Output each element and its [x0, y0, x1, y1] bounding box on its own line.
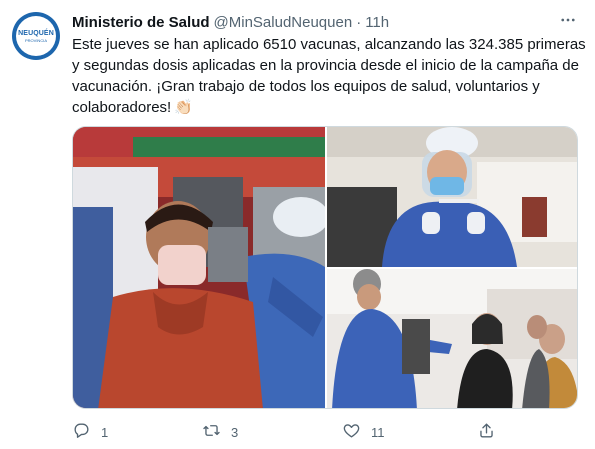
- media-grid[interactable]: [72, 126, 578, 409]
- user-handle[interactable]: @MinSaludNeuquen: [214, 14, 353, 31]
- avatar[interactable]: NEUQUÉN PROVINCIA: [12, 12, 60, 60]
- tweet[interactable]: NEUQUÉN PROVINCIA Ministerio de Salud @M…: [0, 0, 595, 449]
- reply-count: 1: [101, 424, 109, 440]
- tweet-text: Este jueves se han aplicado 6510 vacunas…: [72, 34, 587, 118]
- reply-button[interactable]: 1: [72, 420, 108, 444]
- logo-text: NEUQUÉN: [18, 29, 54, 37]
- separator-dot: ·: [356, 13, 362, 31]
- share-button[interactable]: [477, 420, 496, 444]
- like-button[interactable]: 11: [342, 420, 385, 444]
- tweet-body: Este jueves se han aplicado 6510 vacunas…: [72, 36, 586, 116]
- display-name[interactable]: Ministerio de Salud: [72, 14, 210, 31]
- clapping-hands-emoji: 👏🏻: [174, 99, 193, 116]
- retweet-icon: [202, 421, 221, 443]
- ministry-logo: NEUQUÉN PROVINCIA: [16, 16, 56, 56]
- photo-nurse-syringe[interactable]: [327, 127, 577, 267]
- photo-health-worker-patients[interactable]: [327, 269, 577, 408]
- more-options-icon[interactable]: [556, 10, 580, 30]
- retweet-count: 3: [231, 424, 239, 440]
- tweet-header: Ministerio de Salud @MinSaludNeuquen · 1…: [72, 12, 389, 32]
- tweet-actions: 1 3 11: [72, 420, 502, 444]
- like-count: 11: [371, 424, 385, 440]
- photo-vaccination-man[interactable]: [73, 127, 325, 408]
- share-icon: [477, 421, 496, 443]
- timestamp[interactable]: 11h: [365, 14, 389, 31]
- logo-subtext: PROVINCIA: [24, 37, 47, 43]
- heart-icon: [342, 421, 361, 443]
- reply-icon: [72, 421, 91, 443]
- retweet-button[interactable]: 3: [202, 420, 238, 444]
